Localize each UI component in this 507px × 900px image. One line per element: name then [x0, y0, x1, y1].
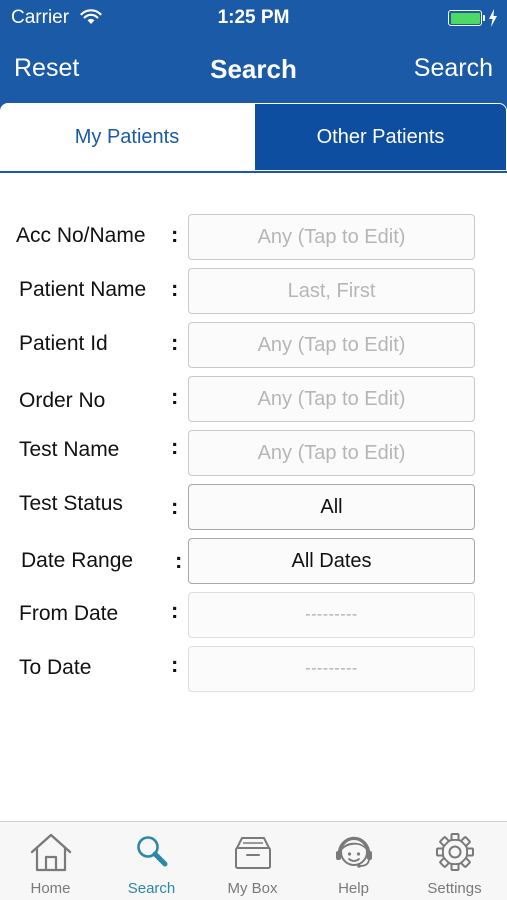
tab-home[interactable]: Home	[0, 822, 101, 900]
tab-help[interactable]: Help	[303, 822, 404, 900]
test-name-label: Test Name	[19, 438, 120, 461]
search-button[interactable]: Search	[414, 54, 493, 83]
magnifier-icon	[128, 830, 176, 874]
colon-separator: :	[171, 384, 179, 409]
tab-home-label: Home	[30, 880, 71, 897]
header-bar: Carrier 1:25 PM Reset Search Search My P…	[0, 0, 507, 173]
test-name-field[interactable]: Any (Tap to Edit)	[188, 430, 475, 476]
acc-no-name-label: Acc No/Name	[16, 224, 146, 247]
tab-my-box[interactable]: My Box	[202, 822, 303, 900]
acc-no-name-field[interactable]: Any (Tap to Edit)	[188, 214, 475, 260]
colon-separator: :	[171, 652, 179, 677]
reset-button[interactable]: Reset	[14, 54, 79, 83]
form-row-date-range: Date Range : All Dates	[0, 536, 507, 586]
colon-separator: :	[171, 222, 179, 247]
form-row-test-status: Test Status : All	[0, 482, 507, 532]
support-headset-icon	[330, 830, 378, 874]
house-icon	[27, 830, 75, 874]
colon-separator: :	[171, 330, 179, 355]
patient-name-field[interactable]: Last, First	[188, 268, 475, 314]
test-status-label: Test Status	[19, 492, 123, 515]
battery-icon	[448, 10, 482, 26]
tab-my-box-label: My Box	[227, 880, 278, 897]
date-range-label: Date Range	[21, 549, 134, 572]
colon-separator: :	[175, 548, 183, 573]
colon-separator: :	[171, 494, 179, 519]
tab-search[interactable]: Search	[101, 822, 202, 900]
segment-my-patients[interactable]: My Patients	[0, 103, 254, 171]
battery-tip	[483, 15, 485, 21]
colon-separator: :	[171, 276, 179, 301]
navigation-bar: Reset Search Search	[0, 44, 507, 96]
patient-id-field[interactable]: Any (Tap to Edit)	[188, 322, 475, 368]
charging-bolt-icon	[488, 9, 498, 32]
clock-label: 1:25 PM	[217, 7, 290, 28]
form-row-patient-name: Patient Name : Last, First	[0, 266, 507, 316]
segment-other-patients[interactable]: Other Patients	[254, 103, 507, 171]
date-range-select[interactable]: All Dates	[188, 538, 475, 584]
inbox-tray-icon	[229, 830, 277, 874]
form-row-to-date: To Date : ---------	[0, 644, 507, 694]
colon-separator: :	[171, 598, 179, 623]
test-status-select[interactable]: All	[188, 484, 475, 530]
patient-scope-segmented-control: My Patients Other Patients	[0, 103, 507, 171]
colon-separator: :	[171, 434, 179, 459]
form-row-order-no: Order No : Any (Tap to Edit)	[0, 374, 507, 424]
to-date-label: To Date	[19, 656, 92, 679]
tab-help-label: Help	[338, 880, 369, 897]
tab-settings[interactable]: Settings	[404, 822, 505, 900]
status-bar: Carrier 1:25 PM	[0, 0, 507, 36]
gear-icon	[431, 830, 479, 874]
to-date-field: ---------	[188, 646, 475, 692]
form-row-acc-no-name: Acc No/Name : Any (Tap to Edit)	[0, 212, 507, 262]
tab-bar: Home Search My Box Help Settings	[0, 821, 507, 900]
from-date-field: ---------	[188, 592, 475, 638]
form-row-test-name: Test Name : Any (Tap to Edit)	[0, 428, 507, 478]
from-date-label: From Date	[19, 602, 119, 625]
tab-settings-label: Settings	[427, 880, 482, 897]
tab-search-label: Search	[127, 880, 176, 897]
patient-id-label: Patient Id	[19, 332, 108, 355]
order-no-field[interactable]: Any (Tap to Edit)	[188, 376, 475, 422]
form-row-patient-id: Patient Id : Any (Tap to Edit)	[0, 320, 507, 370]
form-row-from-date: From Date : ---------	[0, 590, 507, 640]
patient-name-label: Patient Name	[19, 278, 147, 301]
order-no-label: Order No	[19, 389, 106, 412]
